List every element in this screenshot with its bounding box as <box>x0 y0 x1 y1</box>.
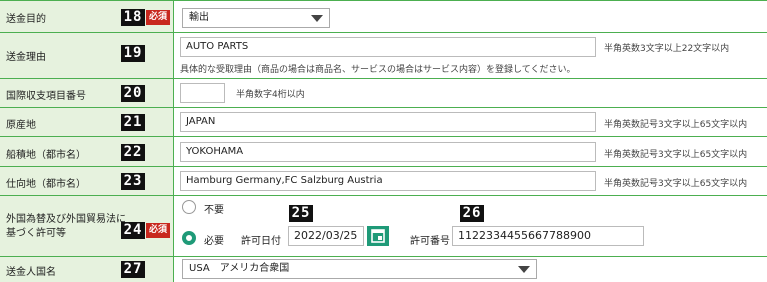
permit-label-line2: 基づく許可等 <box>6 228 66 239</box>
item-number-23: 23 <box>121 173 145 190</box>
remittance-form: 送金目的 18 必須 輸出 送金理由 19 AUTO PARTS 半角英数3文字… <box>0 0 767 282</box>
balance-code-input[interactable] <box>180 83 225 103</box>
purpose-select[interactable]: 輸出 <box>182 8 330 28</box>
reason-note: 具体的な受取理由（商品の場合は商品名、サービスの場合はサービス内容）を登録してく… <box>180 65 576 75</box>
item-number-24: 24 <box>121 222 145 239</box>
shipping-port-label: 船積地（都市名） <box>6 150 86 161</box>
shipping-port-input[interactable]: YOKOHAMA <box>180 142 596 162</box>
item-number-21: 21 <box>121 114 145 131</box>
chevron-down-icon <box>518 266 530 273</box>
reason-label: 送金理由 <box>6 52 46 63</box>
permit-number-input[interactable]: 1122334455667788900 <box>452 226 644 246</box>
permit-required-label: 必要 <box>204 236 224 247</box>
purpose-label: 送金目的 <box>6 14 46 25</box>
label-cell: 送金目的 18 必須 <box>0 1 174 32</box>
reason-hint: 半角英数3文字以上22文字以内 <box>604 44 730 54</box>
row-reason: 送金理由 19 AUTO PARTS 半角英数3文字以上22文字以内 具体的な受… <box>0 33 767 79</box>
origin-input[interactable]: JAPAN <box>180 112 596 132</box>
destination-hint: 半角英数記号3文字以上65文字以内 <box>604 179 748 189</box>
item-number-26: 26 <box>460 205 484 222</box>
origin-label: 原産地 <box>6 120 36 131</box>
destination-input[interactable]: Hamburg Germany,FC Salzburg Austria <box>180 171 596 191</box>
required-badge: 必須 <box>146 10 170 25</box>
origin-hint: 半角英数記号3文字以上65文字以内 <box>604 120 748 130</box>
row-destination: 仕向地（都市名） 23 Hamburg Germany,FC Salzburg … <box>0 167 767 196</box>
required-badge: 必須 <box>146 223 170 238</box>
label-cell: 外国為替及び外国貿易法に 基づく許可等 24 必須 <box>0 196 174 256</box>
balance-code-label: 国際収支項目番号 <box>6 91 86 102</box>
remitter-country-label: 送金人国名 <box>6 267 56 278</box>
row-balance-code: 国際収支項目番号 20 半角数字4桁以内 <box>0 79 767 108</box>
remitter-country-select[interactable]: USA アメリカ合衆国 <box>182 259 537 279</box>
permit-label-line1: 外国為替及び外国貿易法に <box>6 214 126 225</box>
item-number-19: 19 <box>121 45 145 62</box>
permit-date-label: 許可日付 <box>241 236 281 247</box>
remitter-country-selected-value: USA アメリカ合衆国 <box>189 263 290 274</box>
row-shipping-port: 船積地（都市名） 22 YOKOHAMA 半角英数記号3文字以上65文字以内 <box>0 137 767 167</box>
label-cell: 国際収支項目番号 20 <box>0 79 174 107</box>
row-remitter-country: 送金人国名 27 USA アメリカ合衆国 <box>0 257 767 282</box>
purpose-selected-value: 輸出 <box>189 12 209 23</box>
chevron-down-icon <box>311 15 323 22</box>
row-origin: 原産地 21 JAPAN 半角英数記号3文字以上65文字以内 <box>0 108 767 137</box>
label-cell: 船積地（都市名） 22 <box>0 137 174 166</box>
permit-required-radio[interactable] <box>182 231 196 245</box>
item-number-18: 18 <box>121 9 145 26</box>
item-number-20: 20 <box>121 85 145 102</box>
label-cell: 送金人国名 27 <box>0 257 174 282</box>
calendar-icon <box>371 229 385 243</box>
label-cell: 送金理由 19 <box>0 33 174 78</box>
permit-number-label: 許可番号 <box>410 236 450 247</box>
label-cell: 原産地 21 <box>0 108 174 136</box>
shipping-port-hint: 半角英数記号3文字以上65文字以内 <box>604 150 748 160</box>
row-purpose: 送金目的 18 必須 輸出 <box>0 1 767 33</box>
permit-not-required-radio[interactable] <box>182 200 196 214</box>
calendar-button[interactable] <box>367 226 389 246</box>
item-number-22: 22 <box>121 144 145 161</box>
item-number-25: 25 <box>289 205 313 222</box>
row-permit: 外国為替及び外国貿易法に 基づく許可等 24 必須 不要 25 26 必要 許可… <box>0 196 767 257</box>
balance-code-hint: 半角数字4桁以内 <box>236 90 305 100</box>
permit-not-required-label: 不要 <box>204 205 224 216</box>
reason-input[interactable]: AUTO PARTS <box>180 37 596 57</box>
destination-label: 仕向地（都市名） <box>6 179 86 190</box>
item-number-27: 27 <box>121 261 145 278</box>
permit-date-input[interactable]: 2022/03/25 <box>288 226 364 246</box>
label-cell: 仕向地（都市名） 23 <box>0 167 174 195</box>
